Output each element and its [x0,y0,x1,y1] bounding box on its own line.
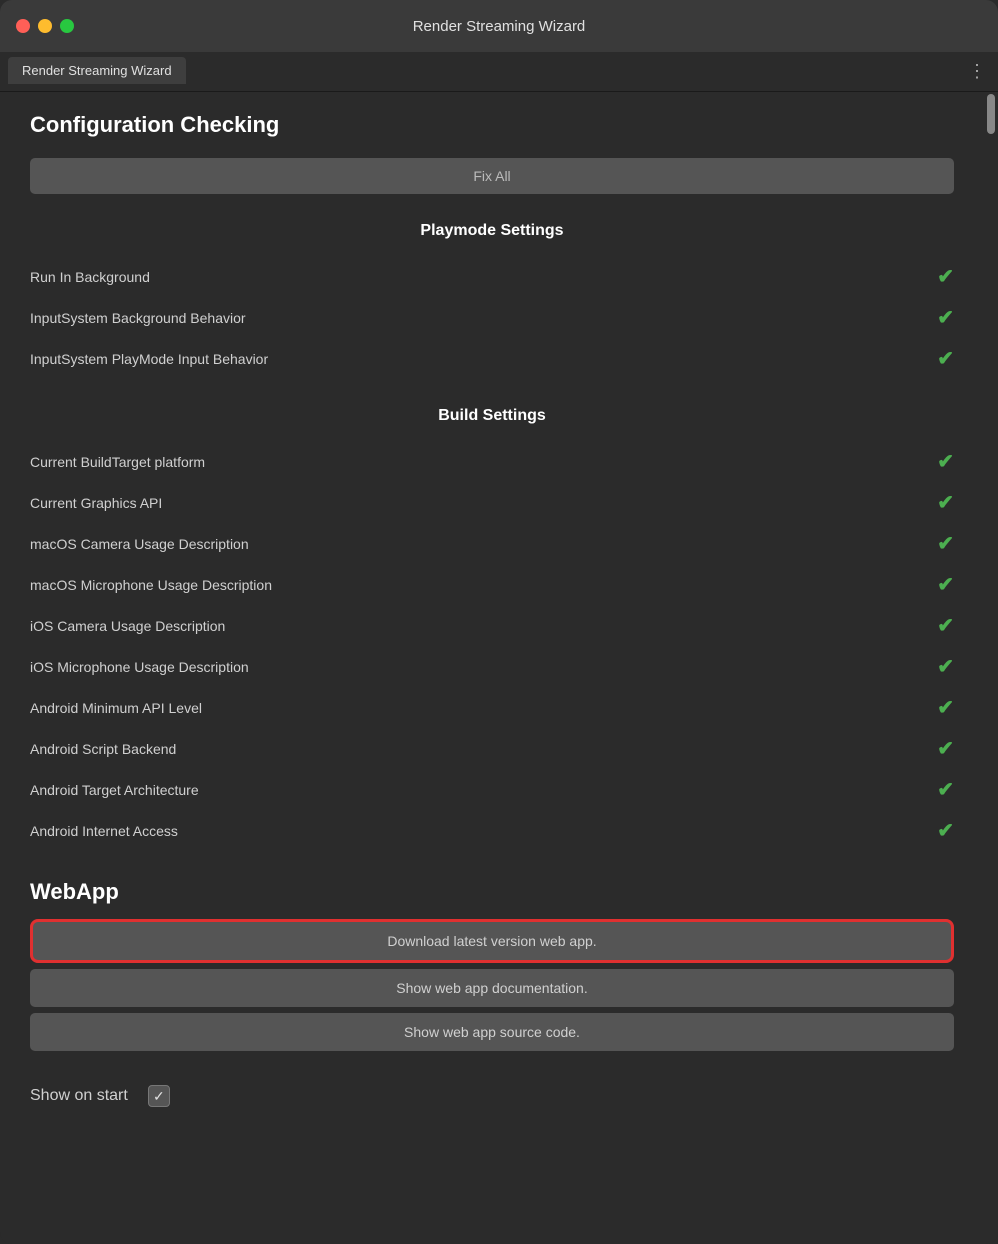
setting-label-ios-camera: iOS Camera Usage Description [30,618,225,634]
traffic-lights [16,19,74,33]
setting-row-android-internet: Android Internet Access ✔ [30,810,954,851]
setting-row-run-in-background: Run In Background ✔ [30,256,954,297]
show-webapp-docs-button[interactable]: Show web app documentation. [30,969,954,1007]
title-bar: Render Streaming Wizard [0,0,998,52]
setting-label-macos-camera: macOS Camera Usage Description [30,536,249,552]
check-icon-android-script-backend: ✔ [937,736,954,761]
playmode-settings-group: Playmode Settings Run In Background ✔ In… [30,222,954,379]
setting-label-inputsystem-playmode: InputSystem PlayMode Input Behavior [30,351,268,367]
show-webapp-source-button[interactable]: Show web app source code. [30,1013,954,1051]
setting-row-ios-camera: iOS Camera Usage Description ✔ [30,605,954,646]
setting-label-inputsystem-background: InputSystem Background Behavior [30,310,246,326]
check-icon-android-target-arch: ✔ [937,777,954,802]
minimize-button[interactable] [38,19,52,33]
build-section-header: Build Settings [30,407,954,425]
more-menu-icon[interactable]: ⋮ [968,61,986,82]
setting-label-run-in-background: Run In Background [30,269,150,285]
download-webapp-button[interactable]: Download latest version web app. [30,919,954,963]
window-title: Render Streaming Wizard [413,18,586,35]
show-on-start-row: Show on start ✓ [30,1075,954,1117]
check-icon-inputsystem-background: ✔ [937,305,954,330]
setting-row-macos-camera: macOS Camera Usage Description ✔ [30,523,954,564]
check-icon-inputsystem-playmode: ✔ [937,346,954,371]
page-title: Configuration Checking [30,112,954,138]
webapp-section: WebApp Download latest version web app. … [30,879,954,1051]
setting-label-macos-microphone: macOS Microphone Usage Description [30,577,272,593]
check-icon-graphics-api: ✔ [937,490,954,515]
setting-row-android-min-api: Android Minimum API Level ✔ [30,687,954,728]
check-icon-macos-microphone: ✔ [937,572,954,597]
main-content: Configuration Checking Fix All Playmode … [0,92,984,1244]
show-on-start-label: Show on start [30,1087,128,1105]
check-icon-macos-camera: ✔ [937,531,954,556]
scrollbar-track[interactable] [984,92,998,1244]
setting-row-android-script-backend: Android Script Backend ✔ [30,728,954,769]
check-icon-run-in-background: ✔ [937,264,954,289]
setting-label-android-script-backend: Android Script Backend [30,741,176,757]
setting-label-android-target-arch: Android Target Architecture [30,782,199,798]
setting-row-ios-microphone: iOS Microphone Usage Description ✔ [30,646,954,687]
setting-row-inputsystem-playmode: InputSystem PlayMode Input Behavior ✔ [30,338,954,379]
setting-label-build-target: Current BuildTarget platform [30,454,205,470]
scrollbar-thumb[interactable] [987,94,995,134]
check-icon-ios-camera: ✔ [937,613,954,638]
setting-row-inputsystem-background: InputSystem Background Behavior ✔ [30,297,954,338]
build-settings-group: Build Settings Current BuildTarget platf… [30,407,954,851]
fix-all-button[interactable]: Fix All [30,158,954,194]
close-button[interactable] [16,19,30,33]
window: Render Streaming Wizard Render Streaming… [0,0,998,1244]
show-on-start-checkbox[interactable]: ✓ [148,1085,170,1107]
setting-label-graphics-api: Current Graphics API [30,495,162,511]
setting-row-android-target-arch: Android Target Architecture ✔ [30,769,954,810]
check-icon-ios-microphone: ✔ [937,654,954,679]
setting-row-macos-microphone: macOS Microphone Usage Description ✔ [30,564,954,605]
checkbox-check-icon: ✓ [153,1088,165,1105]
maximize-button[interactable] [60,19,74,33]
content-wrapper: Configuration Checking Fix All Playmode … [0,92,998,1244]
webapp-title: WebApp [30,879,954,905]
check-icon-android-internet: ✔ [937,818,954,843]
setting-row-build-target: Current BuildTarget platform ✔ [30,441,954,482]
tab-render-streaming-wizard[interactable]: Render Streaming Wizard [8,57,186,86]
setting-label-android-internet: Android Internet Access [30,823,178,839]
setting-row-graphics-api: Current Graphics API ✔ [30,482,954,523]
check-icon-build-target: ✔ [937,449,954,474]
tab-bar: Render Streaming Wizard ⋮ [0,52,998,92]
playmode-section-header: Playmode Settings [30,222,954,240]
setting-label-android-min-api: Android Minimum API Level [30,700,202,716]
setting-label-ios-microphone: iOS Microphone Usage Description [30,659,249,675]
check-icon-android-min-api: ✔ [937,695,954,720]
